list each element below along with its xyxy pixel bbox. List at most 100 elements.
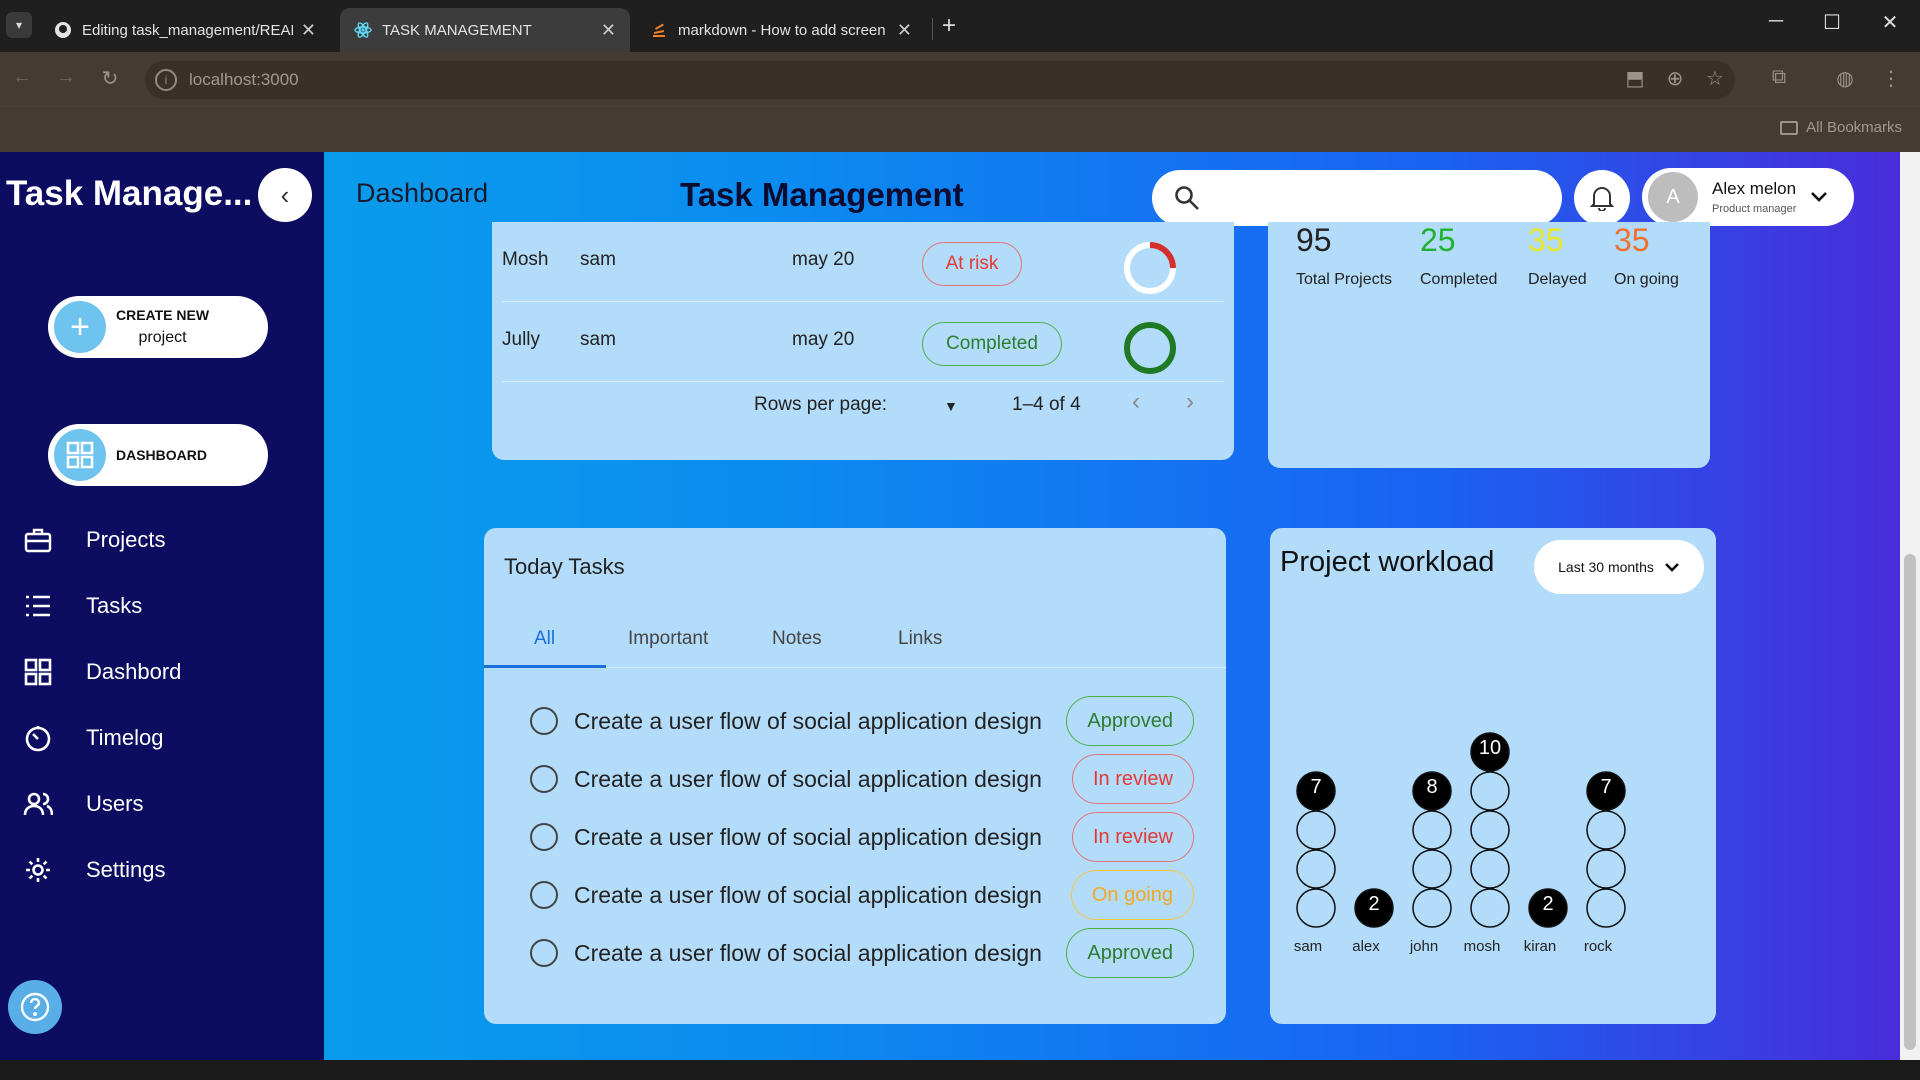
stat-label: Total Projects <box>1296 271 1393 288</box>
browser-tab-stackoverflow[interactable]: markdown - How to add screen ✕ <box>636 8 926 52</box>
tab-title: markdown - How to add screen <box>678 21 886 39</box>
help-button[interactable] <box>8 980 62 1034</box>
project-stats-card: 95 Total Projects 25 Completed 35 Delaye… <box>1268 222 1710 468</box>
task-checkbox[interactable] <box>530 765 558 793</box>
back-icon[interactable]: ← <box>8 66 36 89</box>
gear-icon <box>22 854 54 886</box>
tab-separator <box>932 18 933 40</box>
site-info-icon[interactable]: i <box>155 69 177 91</box>
status-badge: Approved <box>1066 928 1194 978</box>
zoom-icon[interactable]: ⊕ <box>1662 66 1688 91</box>
collapse-sidebar-button[interactable]: ‹ <box>258 168 312 222</box>
next-page-icon[interactable]: › <box>1186 388 1194 416</box>
tab-important[interactable]: Important <box>628 628 708 650</box>
chevron-left-icon: ‹ <box>280 179 290 210</box>
list-icon <box>22 590 54 622</box>
task-item: Create a user flow of social application… <box>530 928 1220 978</box>
stat-delayed: 35 Delayed <box>1528 222 1587 289</box>
close-tab-icon[interactable]: ✕ <box>301 20 316 41</box>
profile-icon[interactable]: ◍ <box>1832 66 1858 91</box>
task-checkbox[interactable] <box>530 939 558 967</box>
maximize-icon[interactable]: ☐ <box>1812 10 1852 35</box>
breadcrumb: Dashboard <box>356 178 489 208</box>
status-badge: On going <box>1070 870 1194 920</box>
menu-icon[interactable]: ⋮ <box>1878 66 1904 91</box>
tab-all[interactable]: All <box>534 628 555 650</box>
status-badge: In review <box>1071 812 1194 862</box>
tab-notes[interactable]: Notes <box>772 628 822 650</box>
sidebar-item-settings[interactable]: Settings <box>22 850 166 890</box>
task-checkbox[interactable] <box>530 707 558 735</box>
status-badge: Completed <box>922 322 1062 366</box>
chevron-down-icon <box>1811 192 1828 202</box>
tab-title: TASK MANAGEMENT <box>382 21 532 39</box>
dashboard-button[interactable]: DASHBOARD <box>48 424 268 486</box>
reload-icon[interactable]: ↻ <box>96 66 124 91</box>
sidebar-item-label: Projects <box>86 527 166 552</box>
workload-bar-segment <box>1586 849 1626 889</box>
avatar: A <box>1648 172 1698 222</box>
bookmark-star-icon[interactable]: ☆ <box>1702 66 1728 91</box>
notifications-button[interactable] <box>1574 170 1630 226</box>
tab-title: Editing task_management/READ <box>82 21 293 39</box>
workload-bar-segment <box>1586 810 1626 850</box>
all-bookmarks-label: All Bookmarks <box>1806 119 1902 136</box>
extensions-icon[interactable]: ⧉ <box>1766 66 1792 89</box>
user-profile-menu[interactable]: A Alex melon Product manager <box>1642 168 1854 226</box>
due-date: may 20 <box>792 249 855 270</box>
task-checkbox[interactable] <box>530 823 558 851</box>
sidebar-item-projects[interactable]: Projects <box>22 520 165 560</box>
close-tab-icon[interactable]: ✕ <box>601 20 616 41</box>
all-bookmarks-button[interactable]: All Bookmarks <box>1780 119 1902 136</box>
table-row[interactable]: Mosh sam may 20 At risk <box>502 222 1224 302</box>
react-icon <box>354 21 372 39</box>
workload-bar-segment <box>1412 810 1452 850</box>
tab-links[interactable]: Links <box>898 628 942 650</box>
close-tab-icon[interactable]: ✕ <box>897 20 912 41</box>
stat-completed: 25 Completed <box>1420 222 1497 289</box>
forward-icon[interactable]: → <box>52 66 80 89</box>
browser-tab-task-management[interactable]: TASK MANAGEMENT ✕ <box>340 8 630 52</box>
workload-value-label: 2 <box>1368 893 1379 915</box>
window-bottom-edge <box>0 1060 1920 1080</box>
tab-search-chevron-icon[interactable]: ▾ <box>6 12 32 38</box>
sidebar-item-label: Timelog <box>86 725 164 750</box>
progress-ring <box>1124 322 1176 374</box>
browser-tab-bar: ▾ Editing task_management/READ ✕ TASK MA… <box>0 0 1920 52</box>
stat-label: Completed <box>1420 271 1498 288</box>
app-root: Task Manage... ‹ + CREATE NEW project DA… <box>0 152 1920 1060</box>
url-text: localhost:3000 <box>189 70 299 89</box>
scrollbar-thumb[interactable] <box>1904 554 1916 1050</box>
workload-bar-segment <box>1470 888 1510 928</box>
plus-icon: + <box>54 301 106 353</box>
active-tab-indicator <box>484 665 606 668</box>
rows-per-page-select[interactable]: ▼ <box>944 398 958 414</box>
stat-on-going: 35 On going <box>1614 222 1679 289</box>
task-item: Create a user flow of social application… <box>530 696 1220 746</box>
workload-category-label: mosh <box>1464 938 1501 955</box>
table-row[interactable]: Jully sam may 20 Completed <box>502 302 1224 382</box>
sidebar-item-label: Tasks <box>86 593 143 618</box>
workload-bar-segment <box>1296 810 1336 850</box>
minimize-icon[interactable]: ─ <box>1756 10 1796 33</box>
new-tab-icon[interactable]: + <box>942 12 956 40</box>
create-new-project-button[interactable]: + CREATE NEW project <box>48 296 268 358</box>
sidebar-item-dashbord[interactable]: Dashbord <box>22 652 181 692</box>
prev-page-icon[interactable]: ‹ <box>1132 388 1140 416</box>
due-date: may 20 <box>792 329 855 350</box>
page-scrollbar[interactable] <box>1900 152 1920 1060</box>
install-app-icon[interactable]: ⬒ <box>1622 66 1648 91</box>
workload-bar-segment <box>1412 849 1452 889</box>
sidebar-item-users[interactable]: Users <box>22 784 143 824</box>
stat-total-projects: 95 Total Projects <box>1296 222 1392 289</box>
stat-value: 25 <box>1420 222 1456 258</box>
address-bar[interactable]: i localhost:3000 <box>145 61 1735 99</box>
sidebar-item-tasks[interactable]: Tasks <box>22 586 142 626</box>
bookmarks-bar: All Bookmarks <box>0 106 1920 152</box>
workload-value-label: 10 <box>1479 737 1501 759</box>
close-window-icon[interactable]: ✕ <box>1870 10 1910 35</box>
sidebar-item-timelog[interactable]: Timelog <box>22 718 163 758</box>
search-input[interactable] <box>1152 170 1562 226</box>
browser-tab-github[interactable]: Editing task_management/READ ✕ <box>40 8 330 52</box>
task-checkbox[interactable] <box>530 881 558 909</box>
